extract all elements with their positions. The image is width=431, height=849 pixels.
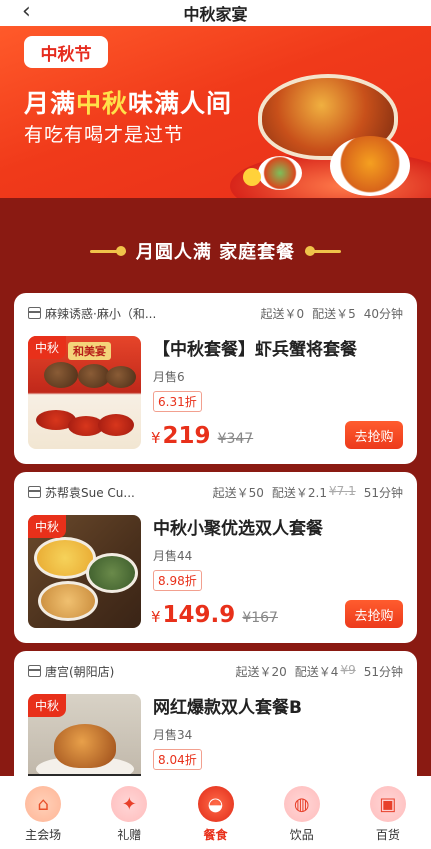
delivery-fee: 配送￥4 [294,664,339,679]
crab-image [44,362,78,388]
delivery-info: 起送￥50 配送￥2.1 ¥7.1 51分钟 [213,484,403,501]
product-name[interactable]: 中秋小聚优选双人套餐 [153,514,403,539]
buy-now-button[interactable]: 去抢购 [345,421,403,449]
original-price: ¥167 [242,610,278,626]
min-order: 起送￥20 [235,664,287,679]
delivery-fee: 配送￥2.1 [271,485,327,500]
crab-image [106,366,136,388]
bowl-icon: ◒ [197,786,234,822]
tab-label: 餐食 [203,828,228,842]
monthly-sales: 月售44 [153,549,193,563]
section-title: 月圆人满 家庭套餐 [135,242,296,263]
festival-logo: 中秋节 [24,36,108,68]
product-name[interactable]: 网红爆款双人套餐B [153,693,403,718]
back-button[interactable]: ‹ [22,1,31,23]
festival-tag: 中秋 [28,694,67,717]
delivery-info: 起送￥20 配送￥4 ¥9 51分钟 [236,663,403,680]
tab-drinks[interactable]: ◍ 饮品 [259,776,345,849]
banner-bowl-image [258,156,302,190]
shop-name: 唐宫(朝阳店) [45,664,115,679]
home-icon: ⌂ [25,786,62,822]
page-title: 中秋家宴 [183,5,248,24]
discount-badge: 6.31折 [153,391,202,412]
discount-badge: 8.98折 [153,570,202,591]
current-price: 219 [162,423,211,449]
delivery-time: 51分钟 [363,664,403,679]
shop-row[interactable]: 唐宫(朝阳店) 起送￥20 配送￥4 ¥9 51分钟 [28,661,403,681]
shop-row[interactable]: 苏帮袁Sue Cu... 起送￥50 配送￥2.1 ¥7.1 51分钟 [28,482,403,502]
tab-gifts[interactable]: ✦ 礼赠 [86,776,172,849]
promo-banner[interactable]: 中秋节 月满中秋味满人间 有吃有喝才是过节 [0,26,431,198]
min-order: 起送￥50 [212,485,264,500]
tab-main-venue[interactable]: ⌂ 主会场 [0,776,86,849]
product-name[interactable]: 【中秋套餐】虾兵蟹将套餐 [153,335,403,360]
buy-now-button[interactable]: 去抢购 [345,600,403,628]
banner-plate-image [330,136,410,196]
gift-icon: ✦ [111,786,148,822]
tab-meals[interactable]: ◒ 餐食 [172,776,258,849]
shop-row[interactable]: 麻辣诱惑·麻小（和... 起送￥0 配送￥5 40分钟 [28,303,403,323]
tab-general-goods[interactable]: ▣ 百货 [345,776,431,849]
dish-image [86,553,138,593]
price: ¥ 149.9 ¥167 [151,602,278,628]
flower-icon [243,168,261,186]
product-card[interactable]: 苏帮袁Sue Cu... 起送￥50 配送￥2.1 ¥7.1 51分钟 中秋 中… [14,472,417,643]
delivery-info: 起送￥0 配送￥5 40分钟 [260,305,403,322]
shop-name: 麻辣诱惑·麻小（和... [45,306,157,321]
original-delivery-fee: ¥7.1 [329,483,356,498]
product-image[interactable]: 中秋 和美宴 [28,336,141,449]
dish-image [38,581,98,621]
festival-tag: 中秋 [28,515,67,538]
bottom-tab-bar: ⌂ 主会场 ✦ 礼赠 ◒ 餐食 ◍ 饮品 ▣ 百货 [0,776,431,849]
monthly-sales: 月售34 [153,728,193,742]
monthly-sales: 月售6 [153,370,185,384]
tab-label: 百货 [375,828,400,842]
shopping-icon: ▣ [369,786,406,822]
product-card[interactable]: 麻辣诱惑·麻小（和... 起送￥0 配送￥5 40分钟 中秋 和美宴 【中秋套餐… [14,293,417,464]
shop-name: 苏帮袁Sue Cu... [45,485,135,500]
delivery-time: 40分钟 [363,306,403,321]
original-delivery-fee: ¥9 [340,662,356,677]
product-image-label: 和美宴 [68,342,111,360]
banner-headline: 月满中秋味满人间 [24,89,233,118]
min-order: 起送￥0 [260,306,305,321]
drink-icon: ◍ [283,786,320,822]
tab-label: 饮品 [289,828,314,842]
store-icon [28,307,41,319]
roast-duck-image [54,724,116,768]
current-price: 149.9 [162,602,236,628]
delivery-fee: 配送￥5 [312,306,356,321]
original-price: ¥347 [217,431,254,447]
product-image[interactable]: 中秋 [28,515,141,628]
cloud-ornament-icon [89,246,126,256]
discount-badge: 8.04折 [153,749,202,770]
nav-bar: ‹ 中秋家宴 [0,0,431,26]
tab-label: 礼赠 [117,828,142,842]
festival-tag: 中秋 [28,336,67,359]
price: ¥ 219 ¥347 [151,423,253,449]
banner-subline: 有吃有喝才是过节 [24,124,185,146]
tab-label: 主会场 [25,828,62,842]
store-icon [28,486,41,498]
currency-symbol: ¥ [151,608,161,626]
crayfish-image [98,414,134,436]
currency-symbol: ¥ [151,429,161,447]
section-header: 月圆人满 家庭套餐 [0,238,431,264]
cloud-ornament-icon [305,246,342,256]
delivery-time: 51分钟 [363,485,403,500]
store-icon [28,665,41,677]
